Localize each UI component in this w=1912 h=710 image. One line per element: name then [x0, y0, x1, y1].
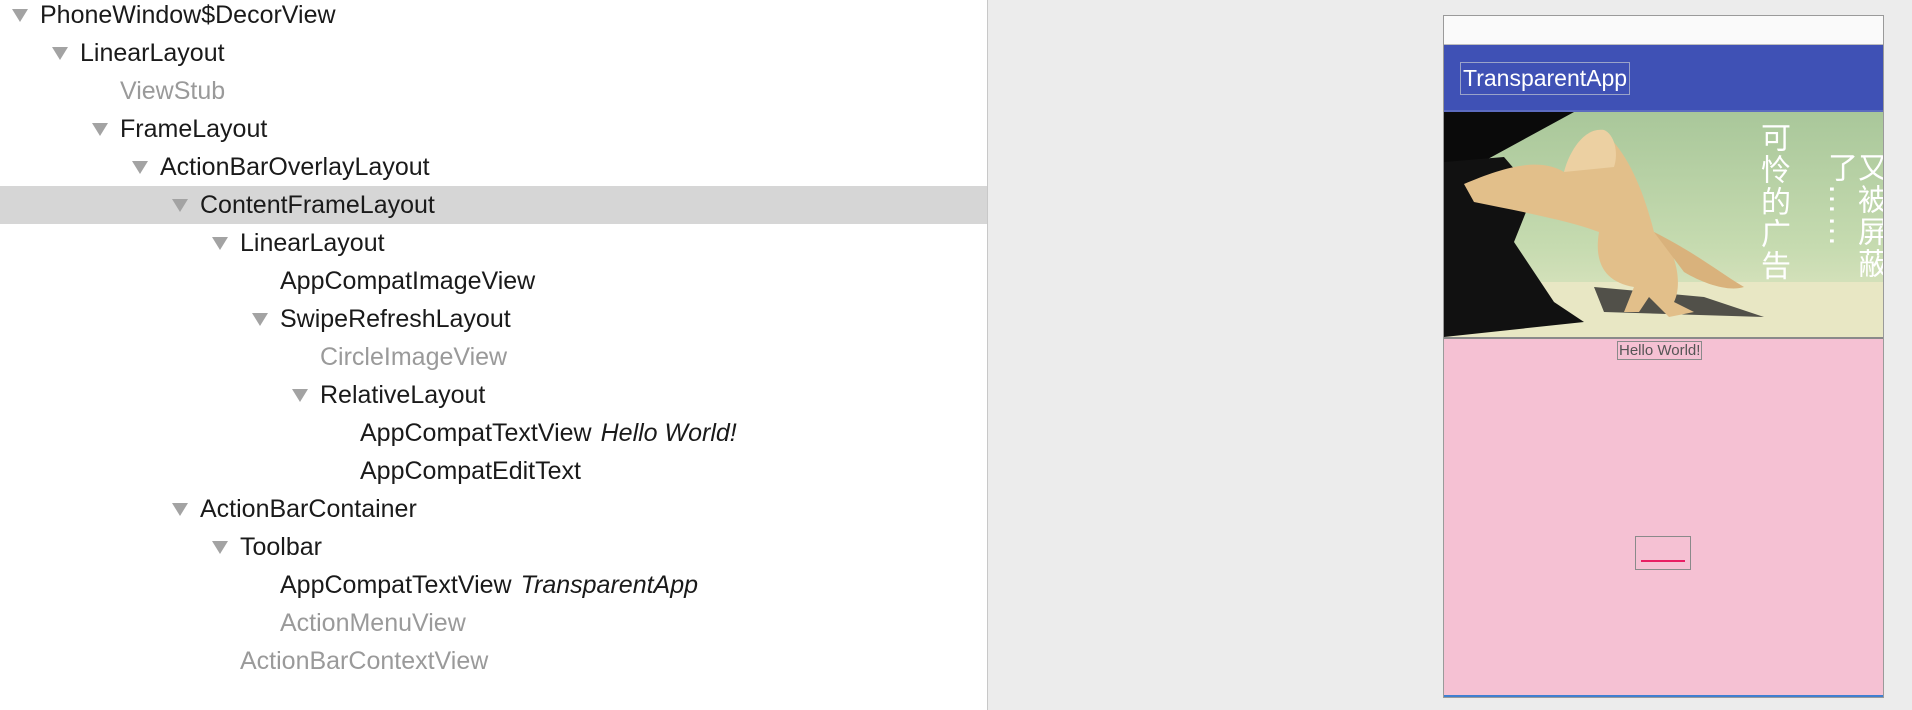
tree-node-actionbaroverlaylayout[interactable]: ActionBarOverlayLayout	[0, 148, 987, 186]
tree-node-phonewindow-decorview[interactable]: PhoneWindow$DecorView	[0, 0, 987, 34]
tree-node-circleimageview[interactable]: CircleImageView	[0, 338, 987, 376]
ad-caption-line-2: 又被屏蔽了……	[1822, 152, 1883, 280]
expand-triangle-icon[interactable]	[200, 528, 240, 566]
ad-image-illustration	[1444, 112, 1883, 337]
tree-node-viewstub[interactable]: ViewStub	[0, 72, 987, 110]
tree-node-framelayout[interactable]: FrameLayout	[0, 110, 987, 148]
tree-node-appcompatimageview[interactable]: AppCompatImageView	[0, 262, 987, 300]
expand-triangle-icon[interactable]	[80, 110, 120, 148]
tree-node-swiperefreshlayout[interactable]: SwipeRefreshLayout	[0, 300, 987, 338]
tree-node-appcompatedittext[interactable]: AppCompatEditText	[0, 452, 987, 490]
expand-triangle-icon[interactable]	[160, 186, 200, 224]
tree-node-text-value: Hello World!	[600, 418, 737, 447]
relative-layout-content[interactable]: Hello World!	[1444, 339, 1883, 697]
tree-node-label: ContentFrameLayout	[200, 190, 435, 219]
tree-node-actionbarcontextview[interactable]: ActionBarContextView	[0, 642, 987, 680]
tree-node-contentframelayout[interactable]: ContentFrameLayout	[0, 186, 987, 224]
view-hierarchy-tree: PhoneWindow$DecorView LinearLayout ViewStu…	[0, 0, 988, 710]
tree-node-label: FrameLayout	[120, 114, 268, 143]
toolbar[interactable]: TransparentApp	[1444, 45, 1883, 110]
tree-node-relativelayout[interactable]: RelativeLayout	[0, 376, 987, 414]
tree-node-label: ViewStub	[120, 76, 226, 105]
tree-node-appcompattextview[interactable]: AppCompatTextView TransparentApp	[0, 566, 987, 604]
edit-text-underline	[1641, 560, 1685, 562]
tree-node-label: ActionBarOverlayLayout	[160, 152, 430, 181]
expand-triangle-icon[interactable]	[160, 490, 200, 528]
tree-node-label: CircleImageView	[320, 342, 508, 371]
tree-node-appcompattextview[interactable]: AppCompatTextView Hello World!	[0, 414, 987, 452]
tree-node-label: SwipeRefreshLayout	[280, 304, 511, 333]
tree-node-label: LinearLayout	[80, 38, 225, 67]
tree-node-label: AppCompatImageView	[280, 266, 536, 295]
tree-node-label: RelativeLayout	[320, 380, 486, 409]
tree-node-toolbar[interactable]: Toolbar	[0, 528, 987, 566]
expand-triangle-icon[interactable]	[120, 148, 160, 186]
hello-world-text[interactable]: Hello World!	[1617, 341, 1703, 360]
tree-node-text-value: TransparentApp	[520, 570, 699, 599]
tree-node-actionmenuview[interactable]: ActionMenuView	[0, 604, 987, 642]
expand-triangle-icon[interactable]	[280, 376, 320, 414]
expand-triangle-icon[interactable]	[0, 0, 40, 34]
layout-preview-panel: TransparentApp 可怜的广告 又被屏蔽了…… Hello World…	[988, 0, 1912, 710]
tree-node-label: PhoneWindow$DecorView	[40, 0, 336, 29]
tree-node-label: AppCompatTextView	[280, 570, 512, 599]
tree-node-label: AppCompatEditText	[360, 456, 581, 485]
tree-node-linearlayout[interactable]: LinearLayout	[0, 34, 987, 72]
toolbar-title[interactable]: TransparentApp	[1460, 62, 1631, 95]
tree-node-linearlayout[interactable]: LinearLayout	[0, 224, 987, 262]
expand-triangle-icon[interactable]	[240, 300, 280, 338]
tree-node-label: AppCompatTextView	[360, 418, 592, 447]
tree-node-actionbarcontainer[interactable]: ActionBarContainer	[0, 490, 987, 528]
expand-triangle-icon[interactable]	[200, 224, 240, 262]
tree-node-label: ActionBarContainer	[200, 494, 417, 523]
edit-text-field[interactable]	[1635, 536, 1691, 570]
ad-caption-line-1: 可怜的广告	[1755, 122, 1790, 282]
device-screen-preview[interactable]: TransparentApp 可怜的广告 又被屏蔽了…… Hello World…	[1443, 15, 1884, 698]
tree-node-label: LinearLayout	[240, 228, 385, 257]
tree-node-label: Toolbar	[240, 532, 322, 561]
tree-node-label: ActionMenuView	[280, 608, 466, 637]
expand-triangle-icon[interactable]	[40, 34, 80, 72]
status-bar	[1444, 16, 1883, 45]
tree-node-label: ActionBarContextView	[240, 646, 489, 675]
app-compat-image-view[interactable]: 可怜的广告 又被屏蔽了……	[1444, 110, 1883, 339]
